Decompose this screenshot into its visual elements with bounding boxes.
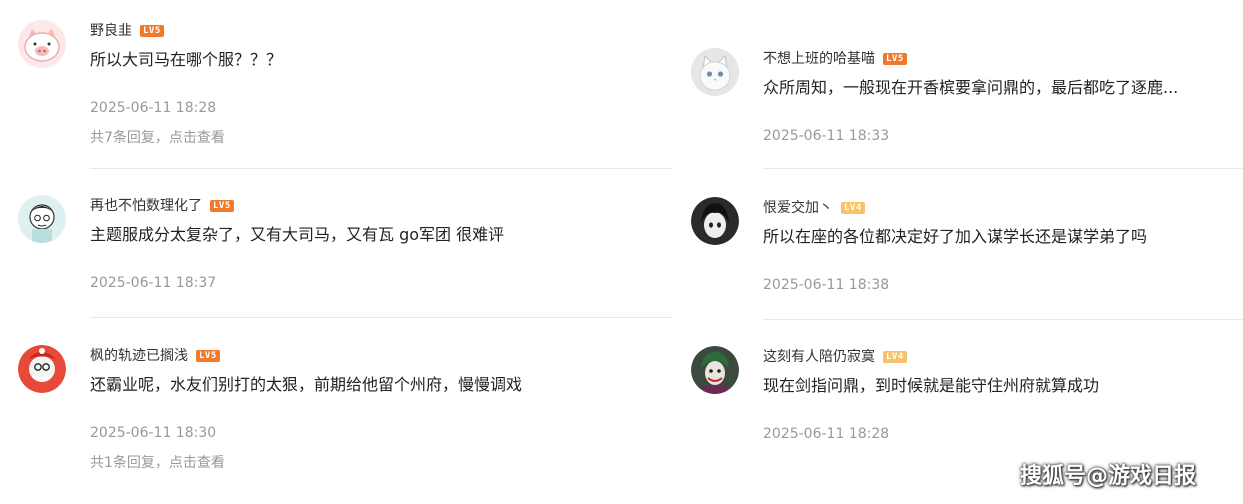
santa-avatar-icon [18,345,66,393]
level-badge: LV5 [196,350,220,362]
divider [90,317,672,318]
anime-avatar-icon [691,197,739,245]
view-replies-link[interactable]: 共1条回复，点击查看 [90,453,225,473]
comment-text: 众所周知，一般现在开香槟要拿问鼎的，最后都吃了逐鹿... [763,78,1179,97]
username[interactable]: 再也不怕数理化了 [90,195,202,217]
level-badge: LV5 [210,200,234,212]
comment-text: 主题服成分太复杂了，又有大司马，又有瓦 go军团 很难评 [90,225,505,244]
comment-item: 野良韭 LV5 所以大司马在哪个服？？？ 2025-06-11 18:28 共7… [18,20,672,150]
level-badge: LV5 [140,25,164,37]
view-replies-link[interactable]: 共7条回复，点击查看 [90,128,225,148]
username[interactable]: 这刻有人陪仍寂寞 [763,346,875,368]
avatar[interactable] [691,197,739,245]
comment-time: 2025-06-11 18:38 [763,277,890,293]
username[interactable]: 不想上班的哈基喵 [763,48,875,70]
level-badge: LV4 [841,202,865,214]
comment-time: 2025-06-11 18:37 [90,275,217,291]
divider [763,319,1243,320]
cartoon-avatar-icon [18,195,66,243]
avatar[interactable] [18,20,66,68]
cat-avatar-icon [691,48,739,96]
watermark: 搜狐号@游戏日报 [1020,464,1197,489]
avatar[interactable] [18,195,66,243]
comment-item: 枫的轨迹已搁浅 LV5 还霸业呢，水友们别打的太狠，前期给他留个州府，慢慢调戏 … [18,345,672,475]
level-badge: LV4 [883,351,907,363]
comment-text: 还霸业呢，水友们别打的太狠，前期给他留个州府，慢慢调戏 [90,375,523,394]
comment-time: 2025-06-11 18:28 [763,426,890,442]
comment-text: 现在剑指问鼎，到时候就是能守住州府就算成功 [763,376,1100,395]
comment-item: 不想上班的哈基喵 LV5 众所周知，一般现在开香槟要拿问鼎的，最后都吃了逐鹿..… [691,48,1243,158]
comment-item: 恨爱交加丶 LV4 所以在座的各位都决定好了加入谋学长还是谋学弟了吗 2025-… [691,197,1243,297]
avatar[interactable] [691,346,739,394]
divider [90,168,672,169]
comment-time: 2025-06-11 18:33 [763,128,890,144]
comment-text: 所以在座的各位都决定好了加入谋学长还是谋学弟了吗 [763,227,1148,246]
avatar[interactable] [18,345,66,393]
username[interactable]: 枫的轨迹已搁浅 [90,345,188,367]
comment-time: 2025-06-11 18:28 [90,100,217,116]
avatar[interactable] [691,48,739,96]
comment-time: 2025-06-11 18:30 [90,425,217,441]
comment-item: 再也不怕数理化了 LV5 主题服成分太复杂了，又有大司马，又有瓦 go军团 很难… [18,195,672,295]
username[interactable]: 野良韭 [90,20,132,42]
joker-avatar-icon [691,346,739,394]
pig-avatar-icon [18,20,66,68]
divider [763,168,1243,169]
comment-text: 所以大司马在哪个服？？？ [90,50,283,69]
level-badge: LV5 [883,53,907,65]
username[interactable]: 恨爱交加丶 [763,197,833,219]
comment-item: 这刻有人陪仍寂寞 LV4 现在剑指问鼎，到时候就是能守住州府就算成功 2025-… [691,346,1243,446]
